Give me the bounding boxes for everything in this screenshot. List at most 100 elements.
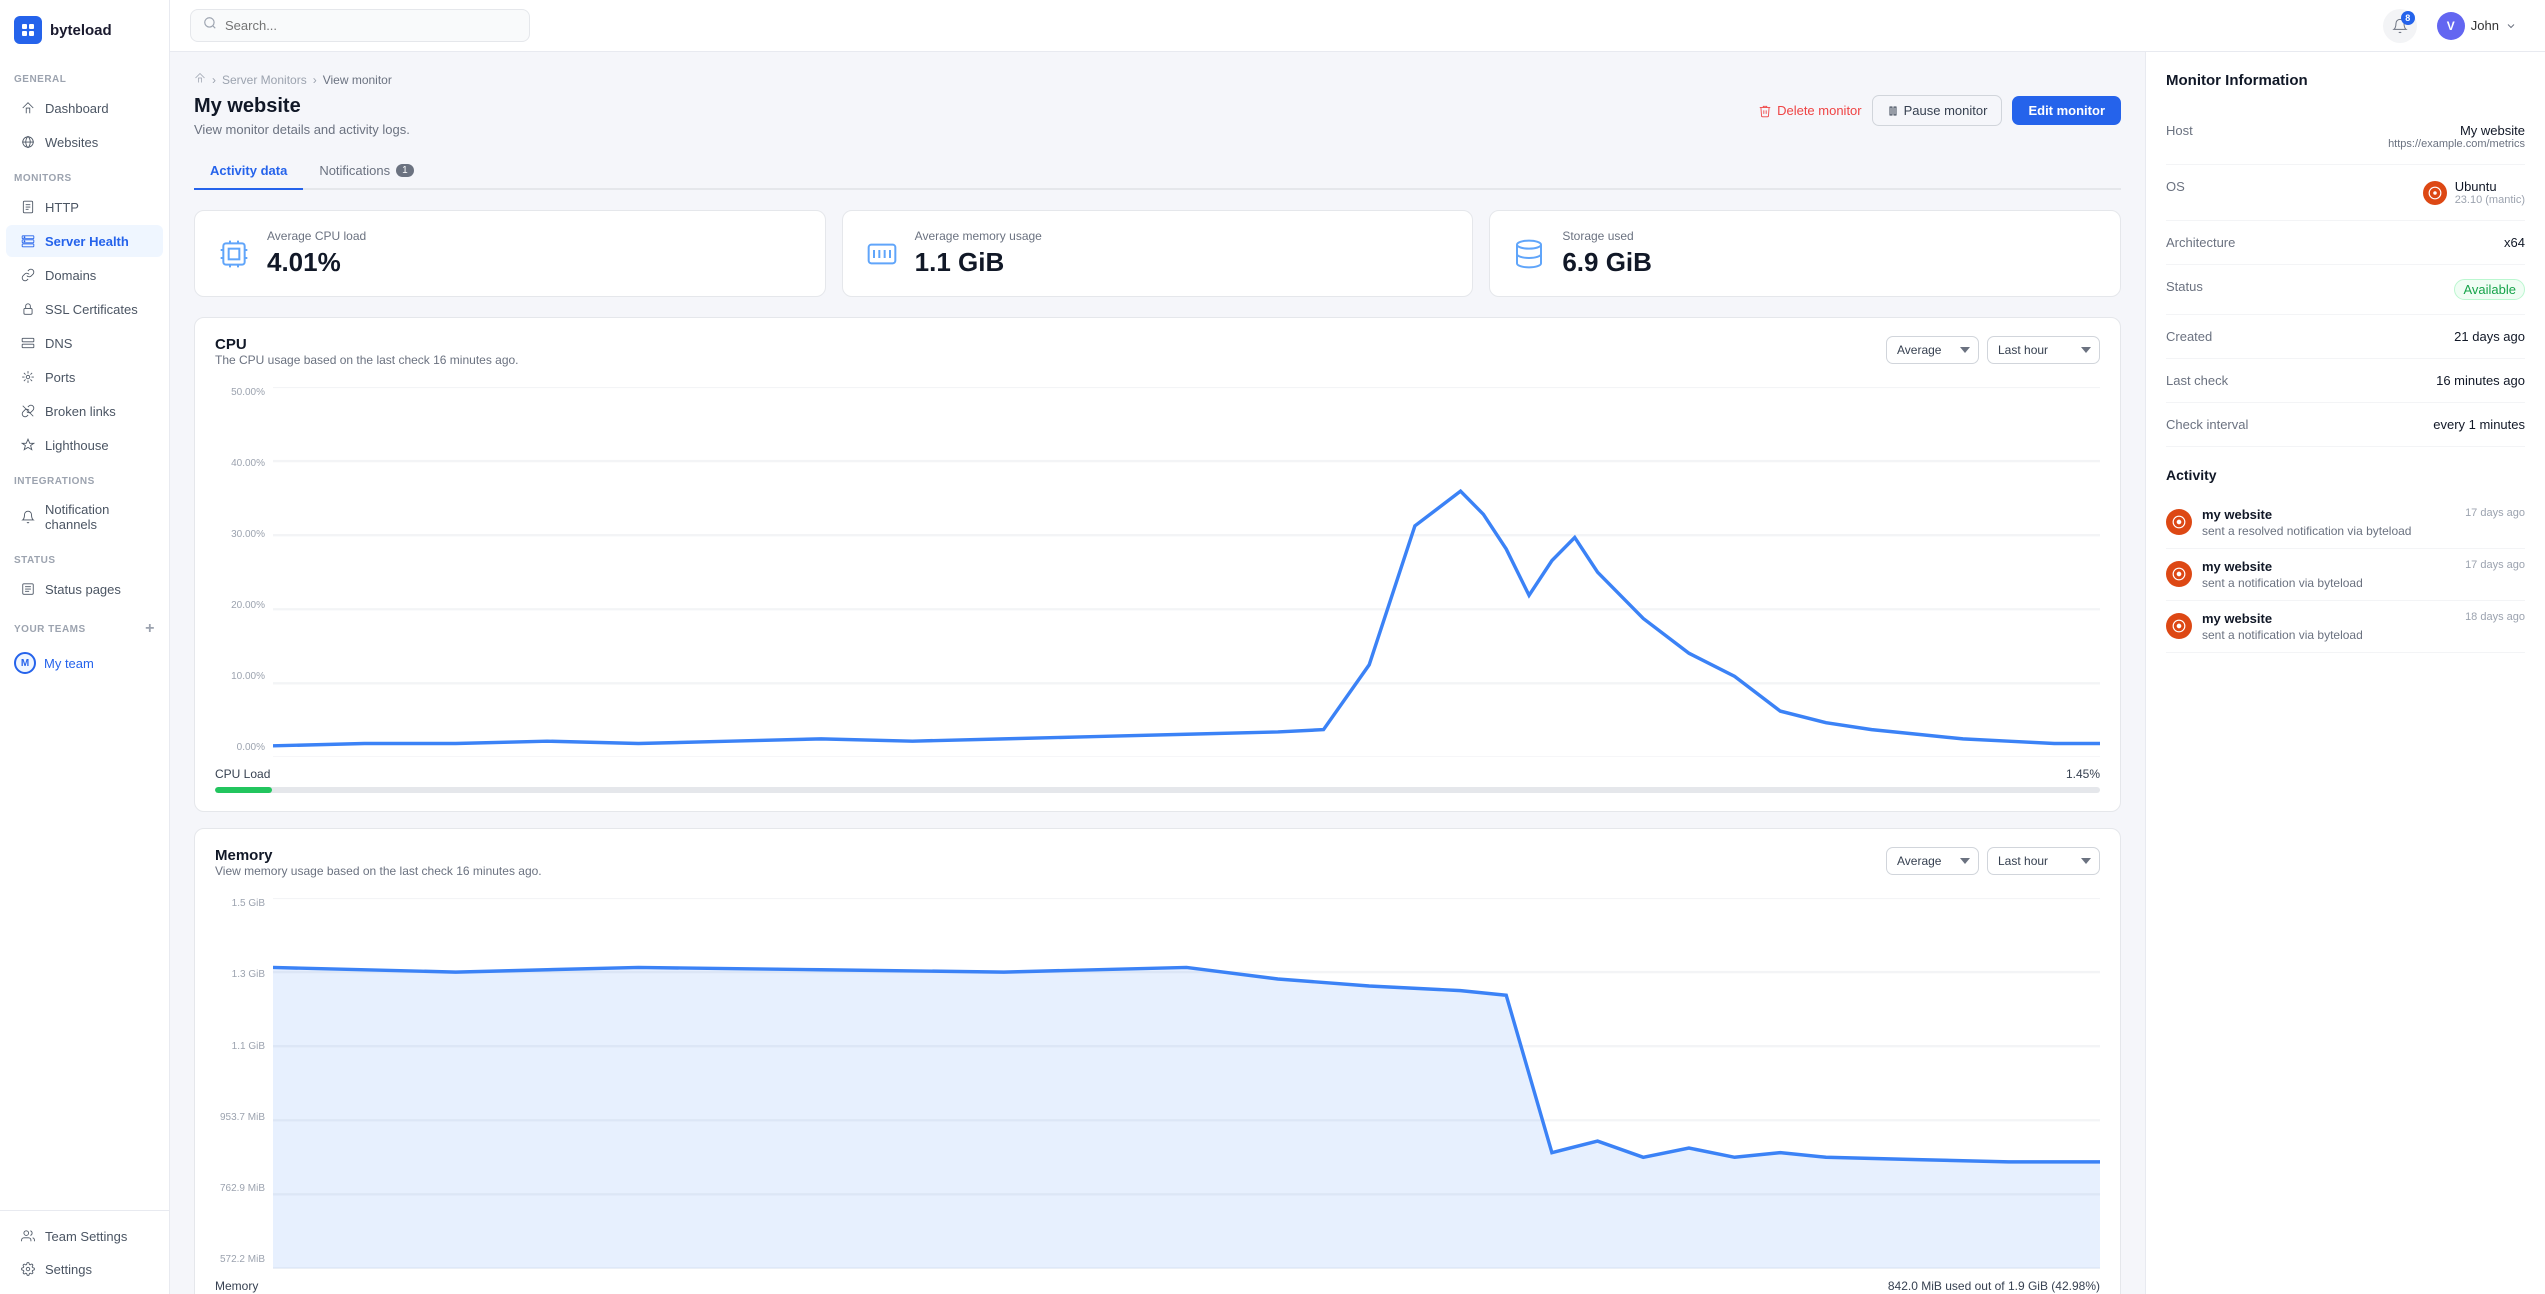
- sidebar-item-settings[interactable]: Settings: [6, 1253, 163, 1285]
- teams-section-label: Your teams +: [0, 606, 169, 644]
- cpu-progress-bg: [215, 787, 2100, 793]
- cpu-chart-footer: CPU Load 1.45%: [215, 767, 2100, 781]
- os-label: OS: [2166, 179, 2185, 194]
- activity-section: Activity my website sent a resolved noti…: [2166, 467, 2525, 653]
- app-name: byteload: [50, 22, 112, 39]
- team-avatar: M: [14, 652, 36, 674]
- cpu-chart-wrapper: 50.00% 40.00% 30.00% 20.00% 10.00% 0.00%: [215, 387, 2100, 757]
- sidebar-item-domains[interactable]: Domains: [6, 259, 163, 291]
- user-menu-button[interactable]: V John: [2429, 8, 2525, 44]
- page-title: My website: [194, 95, 410, 118]
- info-row-host: Host My website https://example.com/metr…: [2166, 109, 2525, 165]
- memory-chart-card: Memory View memory usage based on the la…: [194, 828, 2121, 1294]
- page-header: My website View monitor details and acti…: [194, 95, 2121, 137]
- memory-chart-wrapper: 1.5 GiB 1.3 GiB 1.1 GiB 953.7 MiB 762.9 …: [215, 898, 2100, 1268]
- cpu-filter-time[interactable]: Last hour Last 24 hours Last 7 days: [1987, 336, 2100, 364]
- logo[interactable]: byteload: [0, 0, 169, 60]
- info-row-last-check: Last check 16 minutes ago: [2166, 359, 2525, 403]
- delete-monitor-button[interactable]: Delete monitor: [1758, 103, 1862, 118]
- activity-icon-0: [2166, 509, 2192, 535]
- tab-notifications[interactable]: Notifications 1: [303, 153, 429, 190]
- add-team-icon[interactable]: +: [145, 620, 155, 638]
- memory-stat-label: Average memory usage: [915, 229, 1042, 243]
- main-content: › Server Monitors › View monitor My webs…: [170, 52, 2145, 1294]
- memory-y-axis: 1.5 GiB 1.3 GiB 1.1 GiB 953.7 MiB 762.9 …: [215, 898, 265, 1268]
- cpu-chart-card: CPU The CPU usage based on the last chec…: [194, 317, 2121, 812]
- activity-item-2: my website sent a notification via bytel…: [2166, 601, 2525, 653]
- memory-filter-type[interactable]: Average Maximum Minimum: [1886, 847, 1979, 875]
- breadcrumb-current: View monitor: [323, 73, 392, 87]
- sidebar-item-server-health[interactable]: Server Health: [6, 225, 163, 257]
- search-input[interactable]: [225, 18, 517, 33]
- status-badge: Available: [2454, 279, 2525, 300]
- cpu-stat-icon: [215, 235, 253, 273]
- team-item[interactable]: M My team: [0, 644, 169, 682]
- cpu-chart-controls: Average Maximum Minimum Last hour Last 2…: [1886, 336, 2100, 364]
- cpu-chart-title: CPU: [215, 336, 519, 353]
- user-avatar: V: [2437, 12, 2465, 40]
- memory-stat-value: 1.1 GiB: [915, 247, 1042, 278]
- notif-badge: 8: [2401, 11, 2415, 25]
- page-icon: [20, 581, 36, 597]
- cpu-chart-svg: [273, 387, 2100, 757]
- sidebar-item-lighthouse[interactable]: Lighthouse: [6, 429, 163, 461]
- dns-icon: [20, 335, 36, 351]
- memory-filter-time[interactable]: Last hour Last 24 hours Last 7 days: [1987, 847, 2100, 875]
- sidebar-item-http[interactable]: HTTP: [6, 191, 163, 223]
- sidebar-item-dashboard[interactable]: Dashboard: [6, 92, 163, 124]
- monitors-section-label: Monitors: [0, 159, 169, 190]
- pause-monitor-button[interactable]: Pause monitor: [1872, 95, 2003, 126]
- ubuntu-icon: [2423, 181, 2447, 205]
- lock-icon: [20, 301, 36, 317]
- host-label: Host: [2166, 123, 2193, 138]
- sidebar-item-dns[interactable]: DNS: [6, 327, 163, 359]
- info-row-arch: Architecture x64: [2166, 221, 2525, 265]
- memory-footer-value: 842.0 MiB used out of 1.9 GiB (42.98%): [1888, 1279, 2100, 1293]
- tab-notifications-badge: 1: [396, 164, 414, 177]
- home-icon: [20, 100, 36, 116]
- sidebar-item-notifications[interactable]: Notification channels: [6, 494, 163, 540]
- server-icon: [20, 233, 36, 249]
- edit-monitor-button[interactable]: Edit monitor: [2012, 96, 2121, 125]
- memory-stat-icon: [863, 235, 901, 273]
- search-box[interactable]: [190, 9, 530, 42]
- memory-chart-title: Memory: [215, 847, 542, 864]
- breadcrumb: › Server Monitors › View monitor: [194, 72, 2121, 87]
- sidebar-item-status-pages[interactable]: Status pages: [6, 573, 163, 605]
- sidebar-item-websites[interactable]: Websites: [6, 126, 163, 158]
- stat-card-cpu: Average CPU load 4.01%: [194, 210, 826, 297]
- memory-chart-footer: Memory 842.0 MiB used out of 1.9 GiB (42…: [215, 1279, 2100, 1293]
- link-icon: [20, 267, 36, 283]
- main-area: 8 V John › Server Monitors › View monito…: [170, 0, 2545, 1294]
- memory-footer-label: Memory: [215, 1279, 258, 1293]
- sidebar-item-ssl[interactable]: SSL Certificates: [6, 293, 163, 325]
- created-value: 21 days ago: [2454, 329, 2525, 344]
- breadcrumb-server-monitors[interactable]: Server Monitors: [222, 73, 307, 87]
- cpu-footer-label: CPU Load: [215, 767, 270, 781]
- sidebar: byteload General Dashboard Websites Moni…: [0, 0, 170, 1294]
- sidebar-item-ports[interactable]: Ports: [6, 361, 163, 393]
- topbar: 8 V John: [170, 0, 2545, 52]
- activity-title: Activity: [2166, 467, 2525, 483]
- interval-value: every 1 minutes: [2433, 417, 2525, 432]
- page-title-area: My website View monitor details and acti…: [194, 95, 410, 137]
- cpu-stat-label: Average CPU load: [267, 229, 366, 243]
- user-name: John: [2471, 18, 2499, 33]
- sidebar-item-team-settings[interactable]: Team Settings: [6, 1220, 163, 1252]
- activity-icon-1: [2166, 561, 2192, 587]
- tab-activity[interactable]: Activity data: [194, 153, 303, 190]
- stat-card-memory: Average memory usage 1.1 GiB: [842, 210, 1474, 297]
- breadcrumb-home-icon[interactable]: [194, 72, 206, 87]
- broken-link-icon: [20, 403, 36, 419]
- globe-icon: [20, 134, 36, 150]
- lighthouse-icon: [20, 437, 36, 453]
- storage-stat-icon: [1510, 235, 1548, 273]
- notification-button[interactable]: 8: [2383, 9, 2417, 43]
- status-section-label: Status: [0, 541, 169, 572]
- created-label: Created: [2166, 329, 2212, 344]
- cpu-progress-fill: [215, 787, 272, 793]
- cpu-filter-type[interactable]: Average Maximum Minimum: [1886, 336, 1979, 364]
- cpu-y-axis: 50.00% 40.00% 30.00% 20.00% 10.00% 0.00%: [215, 387, 265, 757]
- activity-icon-2: [2166, 613, 2192, 639]
- sidebar-item-broken-links[interactable]: Broken links: [6, 395, 163, 427]
